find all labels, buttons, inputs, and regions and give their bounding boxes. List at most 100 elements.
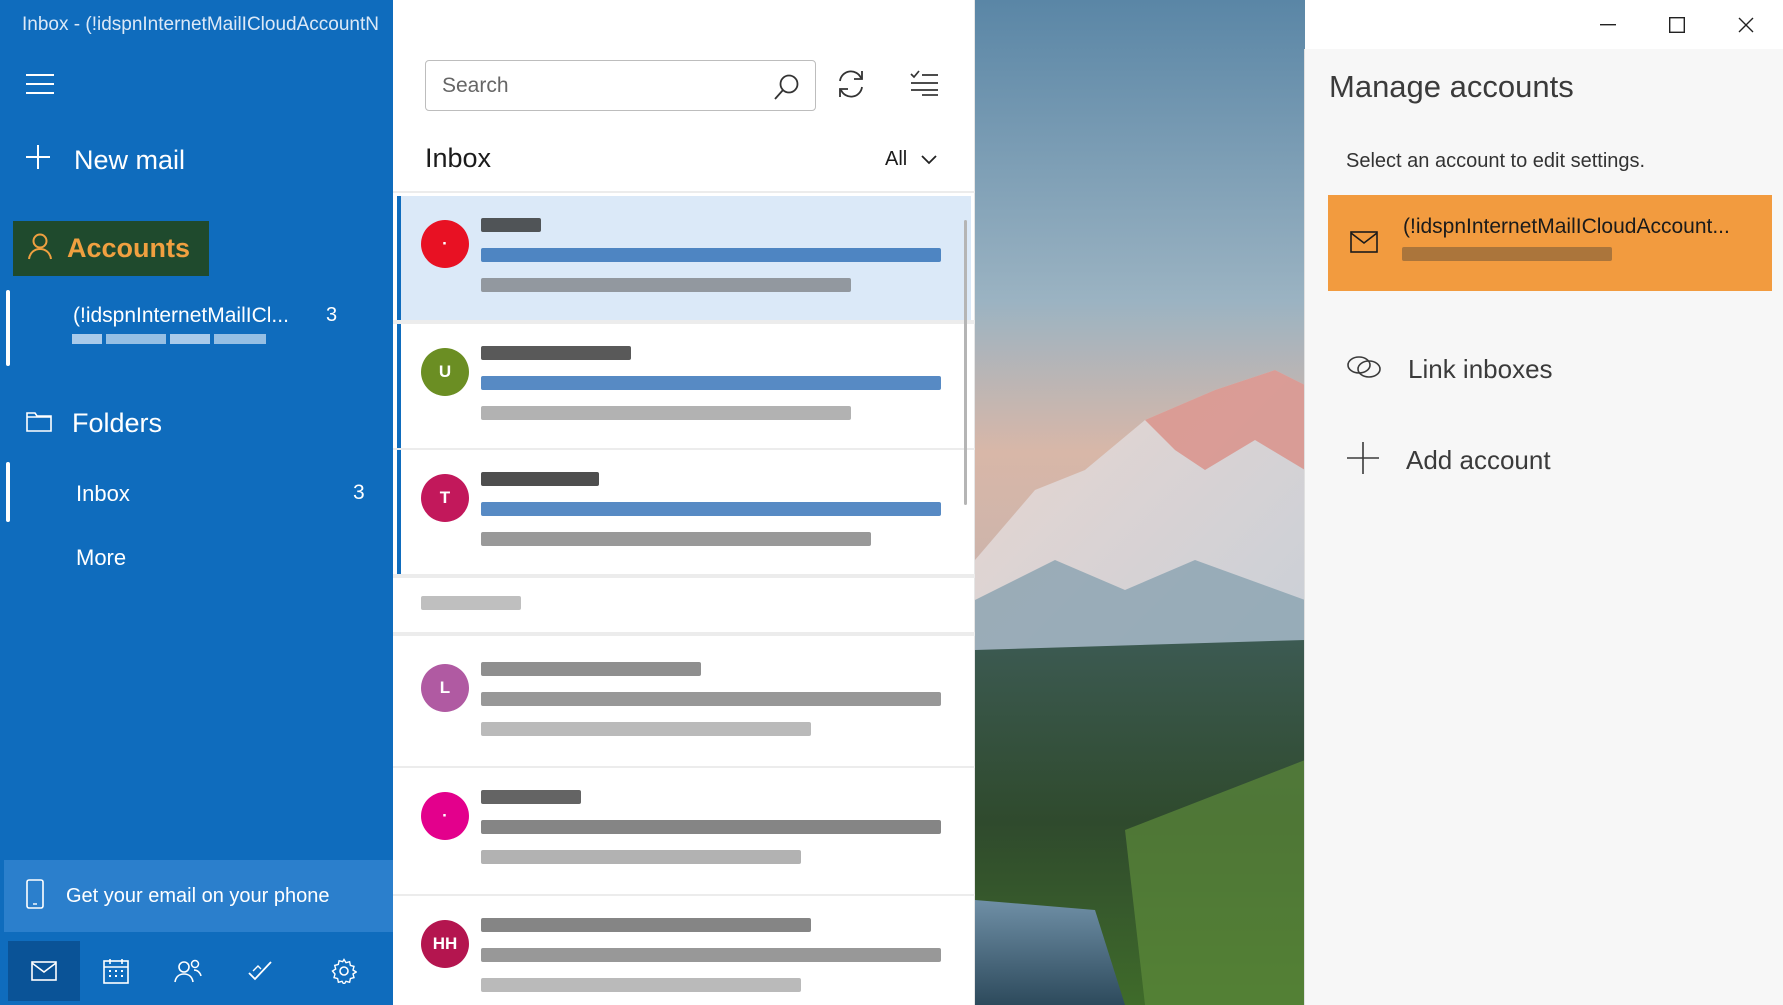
- phone-promo-label: Get your email on your phone: [66, 884, 330, 907]
- folder-title: Inbox: [425, 143, 492, 173]
- accounts-button[interactable]: Accounts: [13, 221, 209, 276]
- sync-button[interactable]: [835, 68, 867, 105]
- chevron-down-icon: [921, 148, 937, 171]
- search-input[interactable]: [442, 73, 762, 99]
- divider: [393, 191, 975, 193]
- redacted-sender: [481, 346, 631, 360]
- link-inboxes-label: Link inboxes: [1408, 354, 1553, 384]
- account-email-redacted: [72, 332, 272, 346]
- redacted-preview: [481, 850, 801, 864]
- message-list-pane: Inbox All · U T: [393, 0, 975, 1005]
- calendar-icon: [103, 958, 129, 984]
- close-button[interactable]: [1711, 0, 1780, 49]
- redacted-sender: [481, 790, 581, 804]
- minimize-icon: [1599, 23, 1616, 25]
- redacted-subject: [481, 820, 941, 834]
- sender-avatar: HH: [421, 920, 469, 968]
- panel-title: Manage accounts: [1329, 69, 1574, 104]
- more-folders-link[interactable]: More: [76, 545, 126, 571]
- redacted-preview: [481, 722, 811, 736]
- add-account-label: Add account: [1406, 445, 1551, 475]
- scrollbar[interactable]: [964, 220, 967, 505]
- plus-icon: [1346, 441, 1380, 480]
- redacted-preview: [481, 406, 851, 420]
- phone-promo-button[interactable]: Get your email on your phone: [4, 860, 393, 932]
- search-icon[interactable]: [773, 73, 801, 106]
- redacted-subject: [481, 248, 941, 262]
- selection-indicator: [6, 462, 10, 522]
- redacted-sender: [481, 918, 811, 932]
- date-group-header-redacted: [421, 596, 521, 610]
- todo-app-button[interactable]: [224, 941, 296, 1001]
- message-item[interactable]: ·: [397, 196, 971, 320]
- account-unread-count: 3: [326, 304, 338, 326]
- filter-dropdown[interactable]: All: [885, 148, 937, 171]
- sender-avatar: ·: [421, 792, 469, 840]
- sender-avatar: U: [421, 348, 469, 396]
- inbox-unread-count: 3: [353, 481, 365, 504]
- link-inboxes-button[interactable]: Link inboxes: [1346, 354, 1553, 385]
- message-item[interactable]: ·: [397, 768, 971, 892]
- folder-icon: [26, 410, 52, 437]
- close-icon: [1738, 17, 1753, 32]
- sync-icon: [839, 70, 863, 98]
- selection-indicator: [6, 290, 10, 366]
- accounts-label: Accounts: [67, 233, 191, 263]
- todo-check-icon: [248, 960, 272, 980]
- navigation-pane: Inbox - (!idspnInternetMailICloudAccount…: [0, 0, 393, 1005]
- background-landscape-image: [975, 0, 1305, 1005]
- panel-subtitle: Select an account to edit settings.: [1346, 150, 1646, 172]
- sidebar-item-inbox[interactable]: Inbox 3: [6, 462, 393, 522]
- redacted-sender: [481, 218, 541, 232]
- checklist-icon: [910, 70, 938, 96]
- sender-avatar: T: [421, 474, 469, 522]
- account-settings-item[interactable]: (!idspnInternetMailICloudAccount...: [1328, 195, 1772, 291]
- people-app-button[interactable]: [152, 941, 224, 1001]
- filter-label: All: [885, 148, 908, 170]
- person-icon: [27, 232, 53, 265]
- maximize-icon: [1668, 16, 1685, 33]
- hamburger-menu-icon[interactable]: [26, 74, 54, 96]
- message-item[interactable]: L: [397, 640, 971, 764]
- calendar-app-button[interactable]: [80, 941, 152, 1001]
- new-mail-label: New mail: [74, 144, 186, 175]
- gear-icon: [331, 957, 357, 984]
- search-box[interactable]: [425, 60, 816, 111]
- folders-header[interactable]: Folders: [26, 408, 162, 439]
- redacted-preview: [481, 278, 851, 292]
- redacted-subject: [481, 692, 941, 706]
- redacted-sender: [481, 662, 701, 676]
- mail-app-button[interactable]: [8, 940, 80, 1001]
- app-switcher-bar: [0, 936, 393, 1005]
- settings-button[interactable]: [308, 941, 380, 1001]
- inbox-label: Inbox: [76, 481, 130, 506]
- message-item[interactable]: T: [397, 450, 971, 574]
- account-email-redacted: [1402, 247, 1612, 261]
- manage-accounts-panel: Manage accounts Select an account to edi…: [1304, 49, 1783, 1005]
- divider: [393, 574, 975, 578]
- account-name: (!idspnInternetMailICl...: [73, 304, 289, 327]
- window-title: Inbox - (!idspnInternetMailICloudAccount…: [22, 14, 379, 35]
- redacted-preview: [481, 532, 871, 546]
- sidebar-account-item[interactable]: (!idspnInternetMailICl... 3: [6, 288, 393, 368]
- sender-avatar: ·: [421, 220, 469, 268]
- divider: [393, 632, 975, 636]
- add-account-button[interactable]: Add account: [1346, 441, 1551, 480]
- link-icon: [1346, 354, 1382, 385]
- redacted-subject: [481, 502, 941, 516]
- message-item[interactable]: U: [397, 324, 971, 448]
- selection-mode-button[interactable]: [909, 70, 939, 101]
- maximize-button[interactable]: [1642, 0, 1711, 49]
- mail-app-window: Inbox - (!idspnInternetMailICloudAccount…: [0, 0, 1783, 1005]
- minimize-button[interactable]: [1573, 0, 1642, 49]
- redacted-sender: [481, 472, 599, 486]
- phone-icon: [26, 878, 44, 914]
- redacted-preview: [481, 978, 801, 992]
- folders-label: Folders: [72, 408, 163, 438]
- mail-icon: [31, 960, 57, 981]
- plus-icon: [24, 143, 64, 177]
- account-name: (!idspnInternetMailICloudAccount...: [1403, 215, 1730, 238]
- new-mail-button[interactable]: New mail: [24, 140, 185, 180]
- redacted-subject: [481, 376, 941, 390]
- message-item[interactable]: HH: [397, 896, 971, 1005]
